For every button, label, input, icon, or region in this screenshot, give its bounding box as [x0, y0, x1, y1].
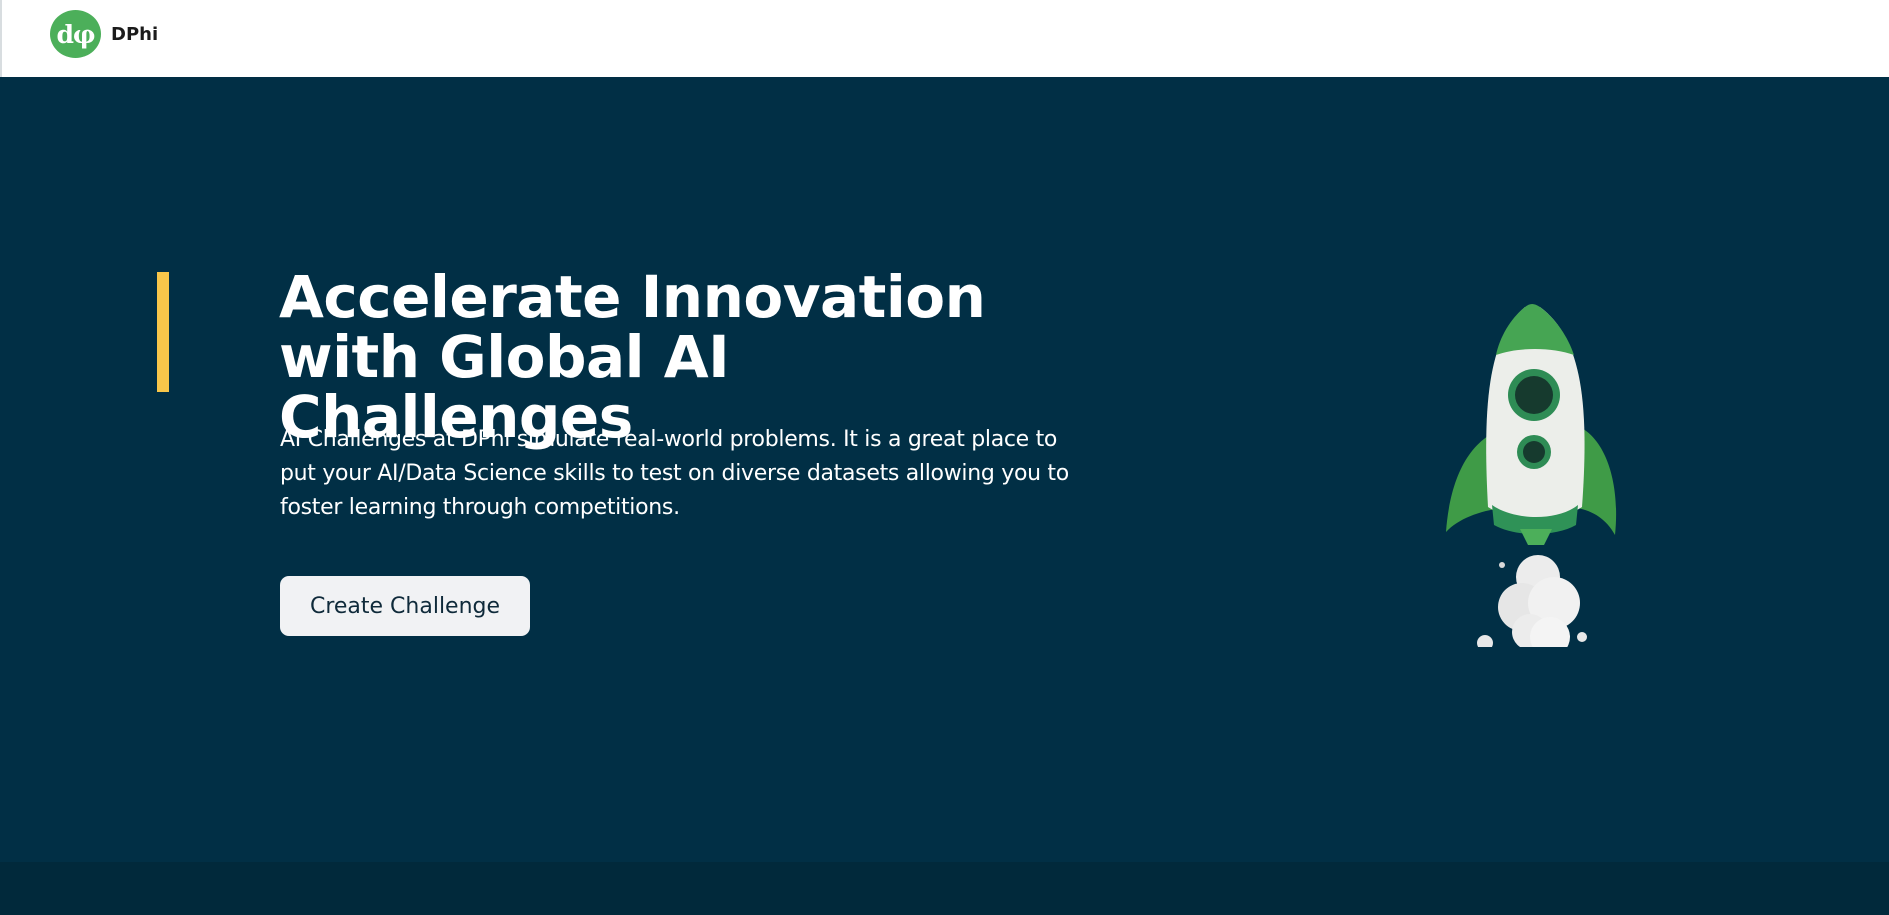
dphi-logo-icon: dφ: [50, 10, 101, 58]
create-challenge-button[interactable]: Create Challenge: [280, 576, 530, 636]
rocket-illustration: [1446, 304, 1617, 647]
hero-description: AI Challenges at DPhi simulate real-worl…: [280, 427, 1069, 520]
footer-band: [0, 862, 1889, 915]
hero-title: Accelerate Innovation with Global AI Cha…: [279, 263, 986, 451]
dphi-logo-link[interactable]: dφ DPhi: [50, 10, 158, 58]
brand-name: DPhi: [111, 23, 159, 45]
hero-section: Accelerate Innovation with Global AI Cha…: [0, 77, 1889, 862]
accent-bar: [157, 272, 169, 392]
top-navbar: dφ DPhi: [0, 0, 1889, 77]
